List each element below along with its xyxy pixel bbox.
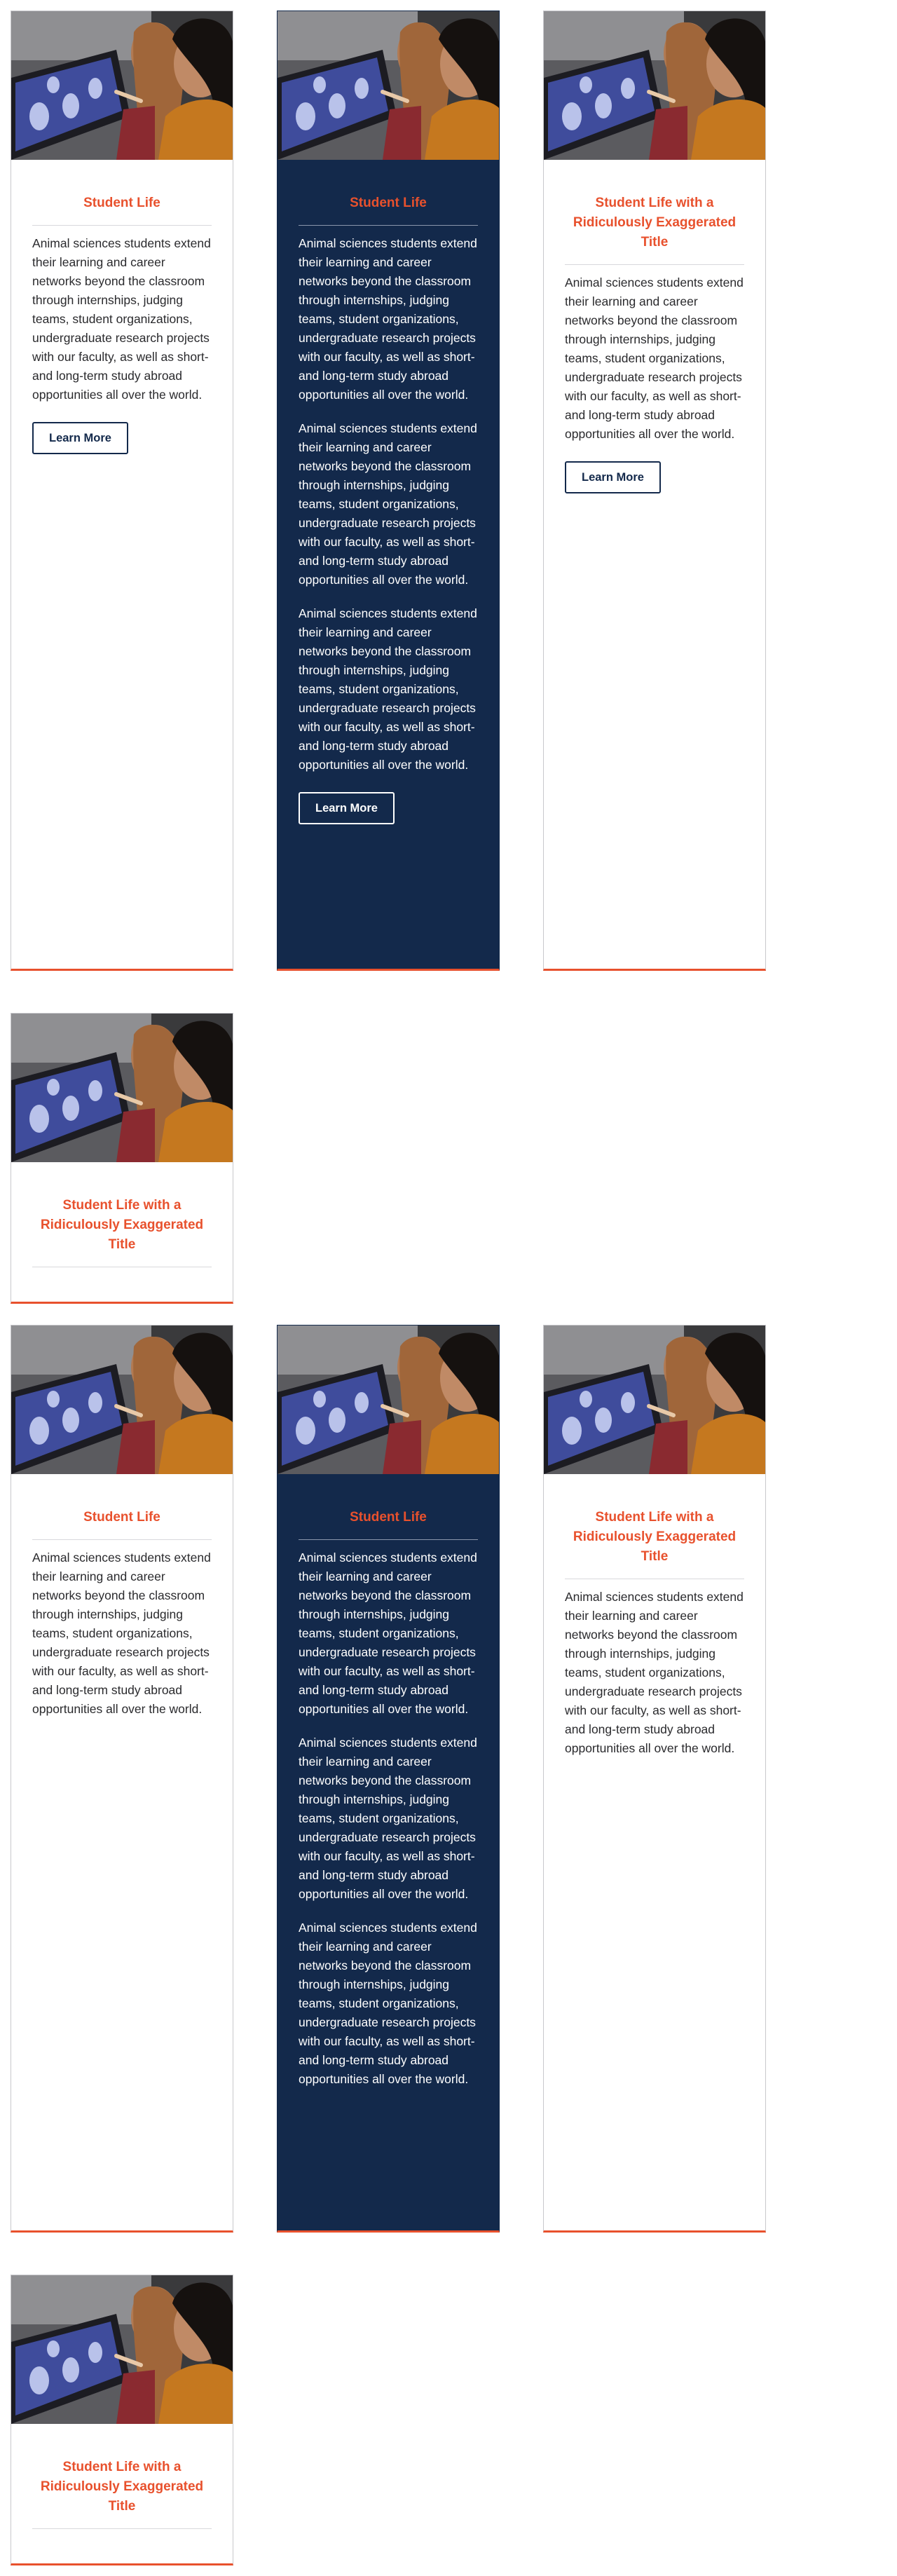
card: Student Life Animal sciences students ex… bbox=[11, 1325, 233, 2233]
card-text: Animal sciences students extend their le… bbox=[32, 236, 211, 402]
card-photo bbox=[11, 1014, 233, 1162]
learn-more-button[interactable]: Learn More bbox=[32, 422, 128, 454]
card: Student Life Animal sciences students ex… bbox=[11, 11, 233, 971]
title-divider bbox=[32, 2528, 212, 2529]
learn-more-button[interactable]: Learn More bbox=[565, 461, 661, 493]
title-divider bbox=[565, 264, 744, 265]
card-text: Animal sciences students extend their le… bbox=[299, 236, 477, 402]
card-title: Student Life bbox=[83, 196, 160, 210]
card-text: Animal sciences students extend their le… bbox=[299, 1551, 477, 1716]
card-photo bbox=[544, 1326, 765, 1474]
card-photo bbox=[11, 11, 233, 160]
title-divider bbox=[32, 1539, 212, 1540]
card: Student Life Animal sciences students ex… bbox=[277, 1325, 500, 2233]
card: Student Life with a Ridiculously Exagger… bbox=[11, 1013, 233, 1304]
card-title: Student Life with a Ridiculously Exagger… bbox=[573, 196, 737, 250]
card-photo bbox=[11, 1326, 233, 1474]
card-text: Animal sciences students extend their le… bbox=[565, 275, 744, 441]
card-title: Student Life with a Ridiculously Exagger… bbox=[40, 2460, 204, 2514]
card: Student Life with a Ridiculously Exagger… bbox=[543, 11, 766, 971]
card-text: Animal sciences students extend their le… bbox=[32, 1551, 211, 1716]
learn-more-button[interactable]: Learn More bbox=[299, 792, 395, 824]
title-divider bbox=[32, 225, 212, 226]
title-divider bbox=[299, 225, 478, 226]
card-text: Animal sciences students extend their le… bbox=[299, 606, 477, 772]
card-title: Student Life bbox=[83, 1510, 160, 1525]
card: Student Life with a Ridiculously Exagger… bbox=[11, 2275, 233, 2565]
title-divider bbox=[299, 1539, 478, 1540]
card-photo bbox=[544, 11, 765, 160]
card-title: Student Life bbox=[350, 196, 427, 210]
card-photo bbox=[278, 11, 499, 160]
card-photo bbox=[11, 2275, 233, 2424]
card-text: Animal sciences students extend their le… bbox=[565, 1590, 744, 1755]
card: Student Life with a Ridiculously Exagger… bbox=[543, 1325, 766, 2233]
card-title: Student Life bbox=[350, 1510, 427, 1525]
card-text: Animal sciences students extend their le… bbox=[299, 421, 477, 587]
card-photo bbox=[278, 1326, 499, 1474]
card-title: Student Life with a Ridiculously Exagger… bbox=[40, 1198, 204, 1252]
card-text: Animal sciences students extend their le… bbox=[299, 1736, 477, 1901]
card-title: Student Life with a Ridiculously Exagger… bbox=[573, 1510, 737, 1564]
card-text: Animal sciences students extend their le… bbox=[299, 1921, 477, 2086]
card: Student Life Animal sciences students ex… bbox=[277, 11, 500, 971]
